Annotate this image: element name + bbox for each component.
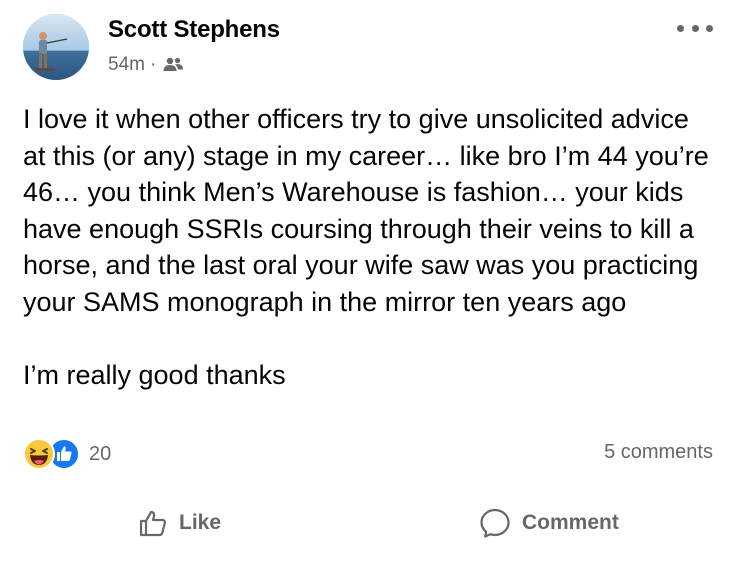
comment-button[interactable]: Comment — [478, 495, 619, 551]
post-time[interactable]: 54m — [108, 54, 145, 76]
post-paragraph: I love it when other officers try to giv… — [23, 104, 709, 317]
post-meta: 54m · — [108, 54, 184, 76]
like-label: Like — [179, 511, 222, 534]
comments-count-link[interactable]: 5 comments — [604, 441, 713, 464]
haha-icon — [23, 438, 55, 470]
comment-bubble-icon — [480, 508, 510, 538]
post-card: Scott Stephens 54m · I love it when othe… — [0, 0, 729, 561]
reaction-count: 20 — [89, 442, 112, 465]
reaction-icons — [23, 438, 81, 470]
avatar[interactable] — [23, 14, 89, 80]
avatar-image — [23, 14, 89, 80]
post-body: I love it when other officers try to giv… — [23, 101, 713, 393]
more-options-button[interactable] — [677, 18, 713, 38]
post-paragraph: I’m really good thanks — [23, 359, 286, 390]
post-header: Scott Stephens 54m · — [23, 14, 713, 80]
comment-label: Comment — [522, 511, 619, 534]
more-dot — [691, 24, 699, 32]
thumbs-up-icon — [139, 510, 167, 537]
post-action-bar: Like Comment — [0, 495, 729, 551]
more-dot — [706, 24, 713, 32]
meta-separator: · — [149, 54, 157, 75]
author-name[interactable]: Scott Stephens — [108, 16, 280, 44]
more-horizontal-icon — [677, 24, 684, 32]
like-button[interactable]: Like — [137, 495, 221, 551]
friends-icon[interactable] — [162, 56, 184, 74]
reactions-summary[interactable]: 20 — [23, 438, 111, 470]
